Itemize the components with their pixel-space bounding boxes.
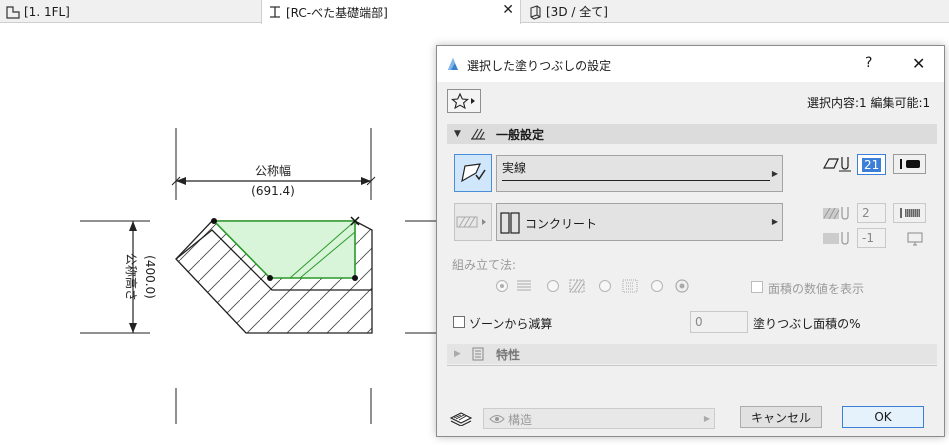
hatch-diagonal-icon (569, 279, 585, 293)
width-dimension-label: 公称幅 (255, 163, 291, 178)
height-dimension-value: (400.0) (143, 255, 157, 299)
section-divider (447, 365, 937, 366)
concrete-fill-icon (500, 212, 520, 234)
star-icon (451, 92, 475, 110)
tab-3d-view[interactable]: [3D / 全て] (522, 0, 822, 23)
favorites-button[interactable] (447, 89, 481, 113)
dotted-pattern-icon (622, 279, 638, 293)
fill-pattern-popup[interactable]: コンクリート ▶ (496, 203, 783, 241)
subtract-zone-checkbox[interactable] (453, 316, 465, 328)
general-settings-section-header[interactable]: ▼ 一般設定 (447, 124, 937, 144)
cancel-button[interactable]: キャンセル (740, 406, 822, 428)
subtract-zone-label: ゾーンから減算 (469, 317, 553, 331)
expand-arrow-icon: ▶ (454, 349, 461, 359)
tab-label: [3D / 全て] (546, 5, 608, 19)
dialog-titlebar: 選択した塗りつぶしの設定 ? ✕ (437, 46, 944, 82)
popup-arrow-icon: ▶ (703, 414, 710, 423)
collapse-arrow-icon: ▼ (454, 129, 461, 139)
section-title: 一般設定 (496, 127, 545, 142)
pen-line-icon (822, 157, 851, 172)
construction-radio-2[interactable] (547, 280, 559, 292)
3d-view-icon (530, 4, 541, 20)
layers-icon (449, 412, 473, 426)
properties-section-header[interactable]: ▶ 特性 (447, 344, 937, 364)
section-drawing-canvas[interactable]: 公称幅 (691.4) 公称高さ (400.0) (0, 24, 436, 445)
fill-settings-dialog: 選択した塗りつぶしの設定 ? ✕ 選択内容:1 編集可能:1 ▼ 一般設定 実線… (436, 45, 945, 437)
fill-area-percent-value: 0 (695, 315, 703, 329)
background-pen-value: -1 (862, 231, 874, 245)
tab-label: [1. 1FL] (24, 4, 70, 19)
close-button[interactable]: ✕ (912, 54, 925, 73)
background-pen-field[interactable]: -1 (857, 228, 886, 248)
pen-color-swatch[interactable] (893, 154, 926, 174)
line-pen-field[interactable]: 21 (857, 154, 886, 175)
line-type-popup[interactable]: 実線 ▶ (496, 155, 783, 192)
properties-list-icon (472, 347, 484, 361)
solid-line-preview (502, 180, 770, 181)
archicad-app-icon (448, 58, 458, 70)
symbol-pattern-icon (675, 279, 689, 293)
dialog-title: 選択した塗りつぶしの設定 (467, 59, 612, 73)
height-dimension-label: 公称高さ (124, 253, 139, 301)
construction-radio-1[interactable] (496, 280, 508, 292)
construction-method-label: 組み立て法: (452, 258, 517, 272)
background-pen-icon (823, 232, 849, 245)
foreground-pattern-swatch[interactable] (893, 203, 926, 223)
show-area-checkbox[interactable] (751, 281, 763, 293)
show-area-label: 面積の数値を表示 (768, 282, 865, 296)
popup-arrow-icon: ▶ (771, 169, 778, 178)
construction-radio-3[interactable] (599, 280, 611, 292)
height-dimension (80, 220, 150, 334)
line-type-label: 実線 (502, 161, 527, 175)
foreground-pen-field[interactable]: 2 (857, 203, 886, 223)
popup-arrow-icon: ▶ (771, 217, 778, 226)
fill-area-percent-label: 塗りつぶし面積の% (753, 317, 861, 331)
fill-category-button[interactable] (454, 203, 492, 241)
eye-icon (489, 415, 505, 423)
fill-pattern-label: コンクリート (525, 217, 598, 231)
pen-color-icon (899, 159, 920, 169)
construction-radio-4[interactable] (651, 280, 663, 292)
selection-info: 選択内容:1 編集可能:1 (807, 96, 931, 110)
fill-area-percent-field[interactable]: 0 (690, 311, 748, 333)
monitor-icon[interactable] (907, 232, 923, 246)
width-dimension-value: (691.4) (251, 184, 295, 198)
layer-name: 構造 (508, 413, 533, 427)
fill-type-selector-button[interactable] (454, 154, 492, 192)
tab-label: [RC-べた基礎端部] (286, 5, 388, 20)
tab-close-icon[interactable]: ✕ (502, 2, 514, 18)
section-detail-icon (270, 6, 280, 18)
foreground-pen-icon (823, 207, 849, 220)
help-button[interactable]: ? (865, 55, 872, 71)
fill-settings-icon (471, 128, 485, 140)
ok-button[interactable]: OK (842, 406, 924, 428)
hatch-pattern-icon (456, 216, 486, 228)
tab-section-detail[interactable]: [RC-べた基礎端部] ✕ (261, 0, 521, 24)
polygon-fill-icon (461, 163, 486, 183)
foreground-pen-value: 2 (862, 206, 870, 220)
pen-number-value: 21 (862, 157, 882, 172)
layer-popup[interactable]: 構造 ▶ (483, 408, 715, 429)
pattern-swatch-icon (899, 208, 920, 218)
lines-pattern-icon (517, 280, 531, 291)
tab-floor-plan[interactable]: [1. 1FL] (0, 0, 260, 23)
tab-bar: [1. 1FL] [RC-べた基礎端部] ✕ [3D / 全て] (0, 0, 949, 24)
section-title: 特性 (496, 347, 521, 362)
floor-plan-icon (6, 5, 20, 19)
